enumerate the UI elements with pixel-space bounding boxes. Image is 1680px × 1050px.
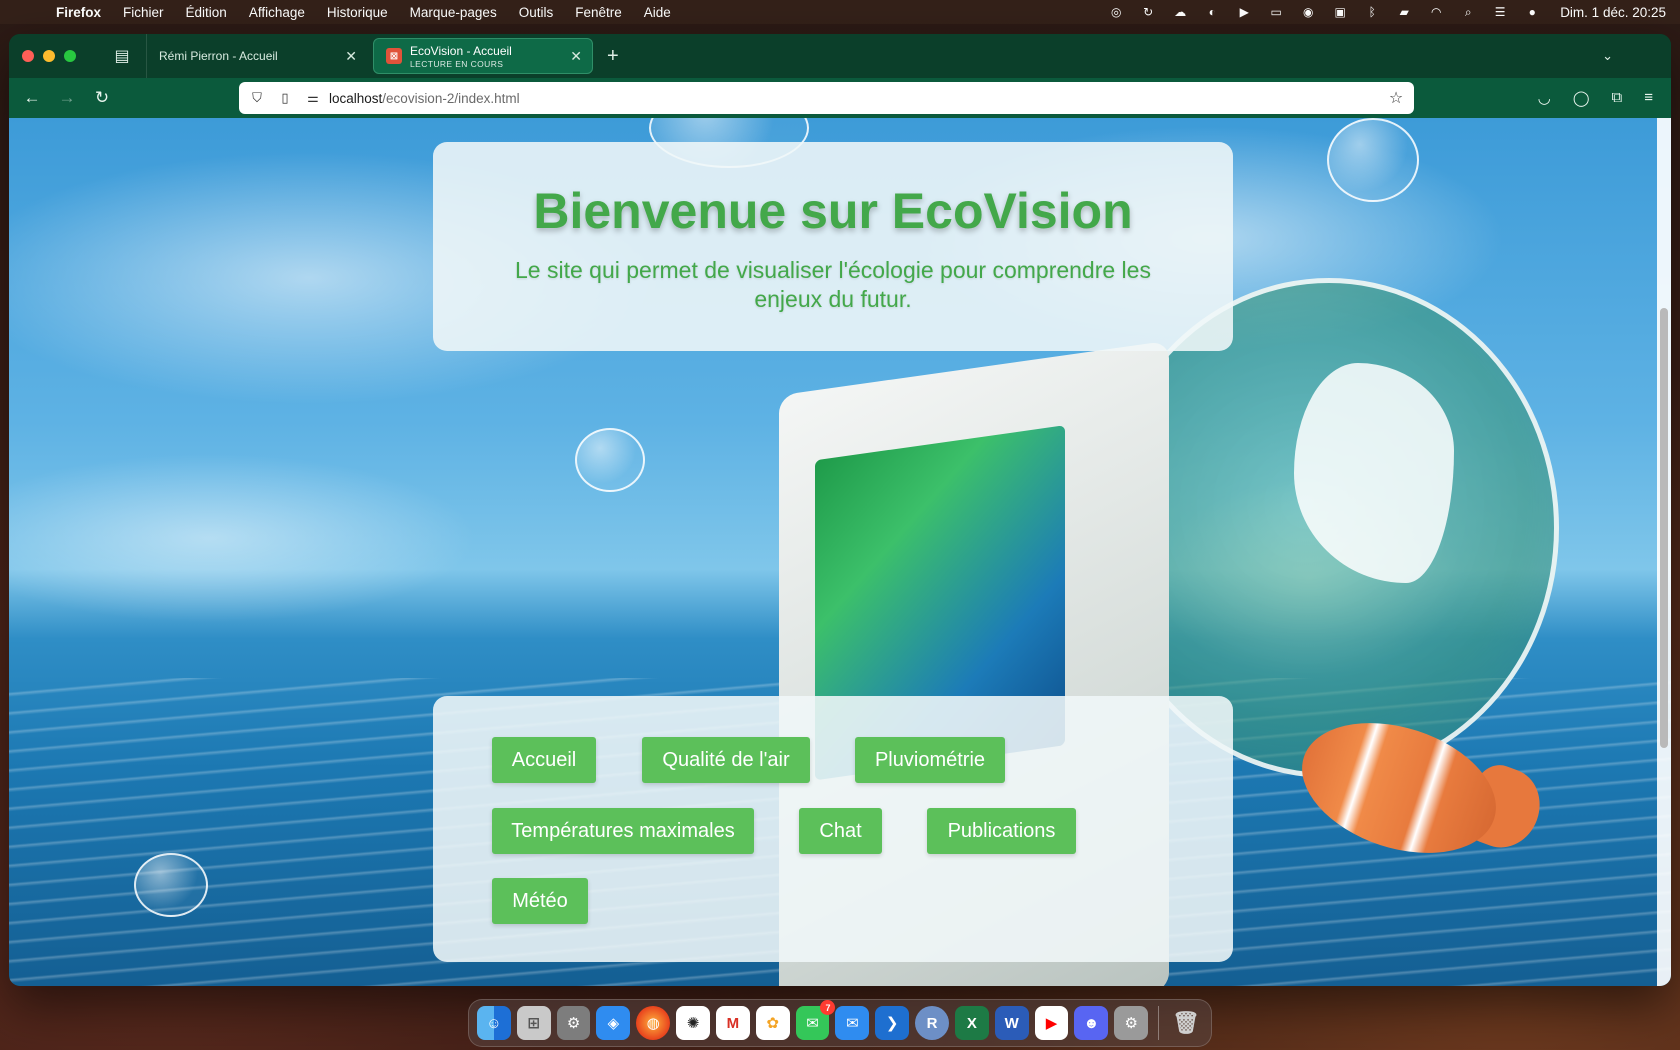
menu-bar: Firefox Fichier Édition Affichage Histor… [0, 0, 1680, 24]
close-window-button[interactable] [22, 50, 34, 62]
menu-affichage[interactable]: Affichage [249, 5, 305, 20]
system-preferences-icon[interactable]: ⚙ [1114, 1006, 1149, 1040]
compass-icon[interactable]: ◐ [1204, 5, 1220, 19]
tab-list-chevron-down-icon[interactable]: ⌄ [1602, 48, 1613, 64]
page-title: Bienvenue sur EcoVision [533, 183, 1133, 239]
control-center-icon[interactable]: ☰ [1492, 5, 1508, 19]
menu-historique[interactable]: Historique [327, 5, 388, 20]
photos-icon[interactable]: ✿ [755, 1006, 790, 1040]
clownfish-decoration [1285, 700, 1551, 876]
zoom-window-button[interactable] [64, 50, 76, 62]
close-tab-icon[interactable]: ✕ [570, 48, 582, 65]
minimize-window-button[interactable] [43, 50, 55, 62]
app-menu[interactable]: Firefox [56, 5, 101, 20]
tracking-protection-shield-icon[interactable]: ⛉ [249, 90, 265, 106]
nav-button-pluviometrie[interactable]: Pluviométrie [855, 737, 1005, 783]
reload-icon[interactable]: ↻ [92, 88, 112, 108]
tab-ecovision[interactable]: ⊠ EcoVision - Accueil LECTURE EN COURS ✕ [373, 38, 593, 74]
ecovision-favicon-icon: ⊠ [386, 48, 402, 64]
page-viewport: Bienvenue sur EcoVision Le site qui perm… [9, 118, 1671, 986]
bubble-decoration [575, 428, 645, 492]
tab-title: Rémi Pierron - Accueil [159, 49, 278, 63]
hamburger-menu-icon[interactable]: ≡ [1644, 89, 1653, 107]
navigation-card: Accueil Qualité de l'air Pluviométrie Te… [433, 696, 1233, 962]
finder-icon[interactable]: ☺ [477, 1006, 511, 1040]
permissions-icon[interactable]: ⚌ [305, 90, 321, 106]
trash-icon[interactable]: 🗑 [1169, 1006, 1203, 1040]
system-settings-icon[interactable]: ⚙ [556, 1006, 591, 1040]
url-host: localhost [329, 90, 383, 106]
bubble-decoration [134, 853, 208, 917]
dock-separator [1158, 1006, 1160, 1040]
nav-button-publications[interactable]: Publications [927, 808, 1076, 854]
word-icon[interactable]: W [994, 1006, 1029, 1040]
tab-playing-label: LECTURE EN COURS [410, 58, 504, 69]
excel-icon[interactable]: X [954, 1006, 989, 1040]
menu-fichier[interactable]: Fichier [123, 5, 164, 20]
close-tab-icon[interactable]: ✕ [345, 48, 357, 65]
nav-button-accueil[interactable]: Accueil [492, 737, 596, 783]
r-studio-icon[interactable]: R [915, 1006, 949, 1040]
page-subtitle: Le site qui permet de visualiser l'écolo… [515, 257, 1151, 312]
cloud-icon[interactable]: ☁ [1172, 5, 1188, 19]
chatgpt-status-icon[interactable]: ◎ [1108, 5, 1124, 19]
launchpad-icon[interactable]: ⊞ [516, 1006, 551, 1040]
scrollbar-thumb[interactable] [1660, 308, 1668, 748]
menu-edition[interactable]: Édition [186, 5, 227, 20]
siri-icon[interactable]: ● [1524, 5, 1540, 19]
browser-window: ▤ Rémi Pierron - Accueil ✕ ⊠ EcoVision -… [9, 34, 1671, 986]
address-bar[interactable]: ⛉ ▯ ⚌ localhost/ecovision-2/index.html ☆ [239, 82, 1414, 114]
wifi-icon[interactable]: ◠ [1428, 5, 1444, 19]
hero-card: Bienvenue sur EcoVision Le site qui perm… [433, 142, 1233, 351]
navigation-bar: ← → ↻ ⛉ ▯ ⚌ localhost/ecovision-2/index.… [9, 78, 1671, 118]
display-icon[interactable]: ▣ [1332, 5, 1348, 19]
new-tab-icon[interactable]: + [607, 45, 619, 68]
back-arrow-icon[interactable]: ← [22, 88, 42, 108]
nav-button-meteo[interactable]: Météo [492, 878, 588, 924]
messages-icon[interactable]: ✉ 7 [795, 1000, 836, 1040]
tab-title: EcoVision - Accueil [410, 43, 512, 58]
forward-arrow-icon[interactable]: → [57, 88, 77, 108]
discord-icon[interactable]: ☻ [1074, 1006, 1109, 1040]
youtube-icon[interactable]: ▶ [1034, 1006, 1069, 1040]
spotlight-search-icon[interactable]: ⌕ [1460, 5, 1476, 19]
dock: ☺ ⊞ ⚙ ◈ ◍ ✺ M ✿ ✉ 7 ✉ ❯ R X W ▶ ☻ ⚙ 🗑 [468, 999, 1212, 1047]
url-path: /ecovision-2/index.html [382, 90, 520, 106]
nav-button-temperatures-maximales[interactable]: Températures maximales [492, 808, 754, 854]
window-controls [22, 50, 76, 62]
nav-button-qualite-air[interactable]: Qualité de l'air [642, 737, 810, 783]
pocket-icon[interactable]: ◡ [1538, 89, 1551, 107]
gmail-icon[interactable]: M [715, 1006, 750, 1040]
play-icon[interactable]: ▶ [1236, 5, 1252, 19]
tab-remi-pierron[interactable]: Rémi Pierron - Accueil ✕ [147, 38, 367, 74]
safari-icon[interactable]: ◈ [596, 1006, 631, 1040]
page-info-icon[interactable]: ▯ [277, 90, 293, 106]
airdrop-icon[interactable]: ◉ [1300, 5, 1316, 19]
globe-land [1294, 363, 1454, 583]
chatgpt-icon[interactable]: ✺ [676, 1006, 710, 1040]
battery-icon[interactable]: ▰ [1396, 5, 1412, 19]
bookmark-star-icon[interactable]: ☆ [1388, 88, 1404, 108]
mail-icon[interactable]: ✉ [835, 1006, 870, 1040]
menu-aide[interactable]: Aide [644, 5, 671, 20]
nav-button-chat[interactable]: Chat [799, 808, 882, 854]
extensions-icon[interactable]: ⧉ [1612, 89, 1623, 107]
vscode-icon[interactable]: ❯ [875, 1006, 910, 1040]
menu-outils[interactable]: Outils [519, 5, 554, 20]
tab-overview-icon[interactable]: ▤ [110, 44, 134, 68]
messages-badge: 7 [820, 1000, 836, 1015]
tab-bar: ▤ Rémi Pierron - Accueil ✕ ⊠ EcoVision -… [9, 34, 1671, 78]
url-text[interactable]: localhost/ecovision-2/index.html [329, 91, 520, 106]
sync-status-icon[interactable]: ↻ [1140, 5, 1156, 19]
firefox-icon[interactable]: ◍ [636, 1006, 671, 1040]
account-icon[interactable]: ◯ [1573, 89, 1590, 107]
menu-marque-pages[interactable]: Marque-pages [410, 5, 497, 20]
menu-fenetre[interactable]: Fenêtre [575, 5, 622, 20]
fish-body [1285, 700, 1513, 876]
menubar-clock[interactable]: Dim. 1 déc. 20:25 [1560, 5, 1666, 20]
page-scrollbar[interactable] [1657, 118, 1671, 986]
bubble-decoration [1327, 118, 1419, 202]
bluetooth-icon[interactable]: ᛒ [1364, 5, 1380, 19]
window-icon[interactable]: ▭ [1268, 5, 1284, 19]
